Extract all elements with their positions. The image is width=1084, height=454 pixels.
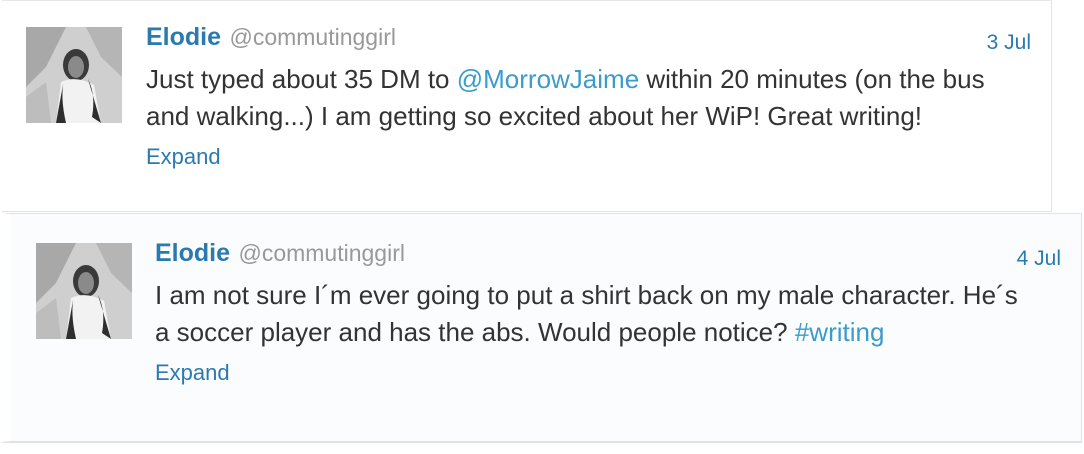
user-handle[interactable]: @commutinggirl [229,24,396,50]
avatar[interactable] [26,27,122,123]
tweet-header: Elodie @commutinggirl 3 Jul [146,23,1031,59]
user-handle[interactable]: @commutinggirl [238,240,405,266]
next-tweet-edge [2,442,1082,454]
tweet-content: Elodie @commutinggirl 4 Jul I am not sur… [155,239,1061,386]
tweet-text: Just typed about 35 DM to @MorrowJaime w… [146,61,1026,135]
expand-link[interactable]: Expand [155,360,230,386]
hashtag-link[interactable]: #writing [795,317,885,347]
tweet-text-part: Just typed about 35 DM to [146,64,457,94]
tweet-header: Elodie @commutinggirl 4 Jul [155,239,1061,275]
tweet-content: Elodie @commutinggirl 3 Jul Just typed a… [146,23,1031,170]
avatar-photo [26,27,122,123]
avatar[interactable] [36,243,132,339]
tweet-item[interactable]: Elodie @commutinggirl 4 Jul I am not sur… [2,213,1082,442]
mention-link[interactable]: @MorrowJaime [457,64,639,94]
avatar-photo [36,243,132,339]
expand-link[interactable]: Expand [146,144,221,170]
tweet-item[interactable]: Elodie @commutinggirl 3 Jul Just typed a… [2,0,1052,212]
tweet-date[interactable]: 3 Jul [987,31,1031,55]
user-name[interactable]: Elodie [146,23,221,51]
timeline: Elodie @commutinggirl 3 Jul Just typed a… [0,0,1084,454]
user-name[interactable]: Elodie [155,239,230,267]
tweet-text-part: I am not sure I´m ever going to put a sh… [155,280,1018,347]
tweet-text: I am not sure I´m ever going to put a sh… [155,277,1035,351]
tweet-date[interactable]: 4 Jul [1017,247,1061,271]
